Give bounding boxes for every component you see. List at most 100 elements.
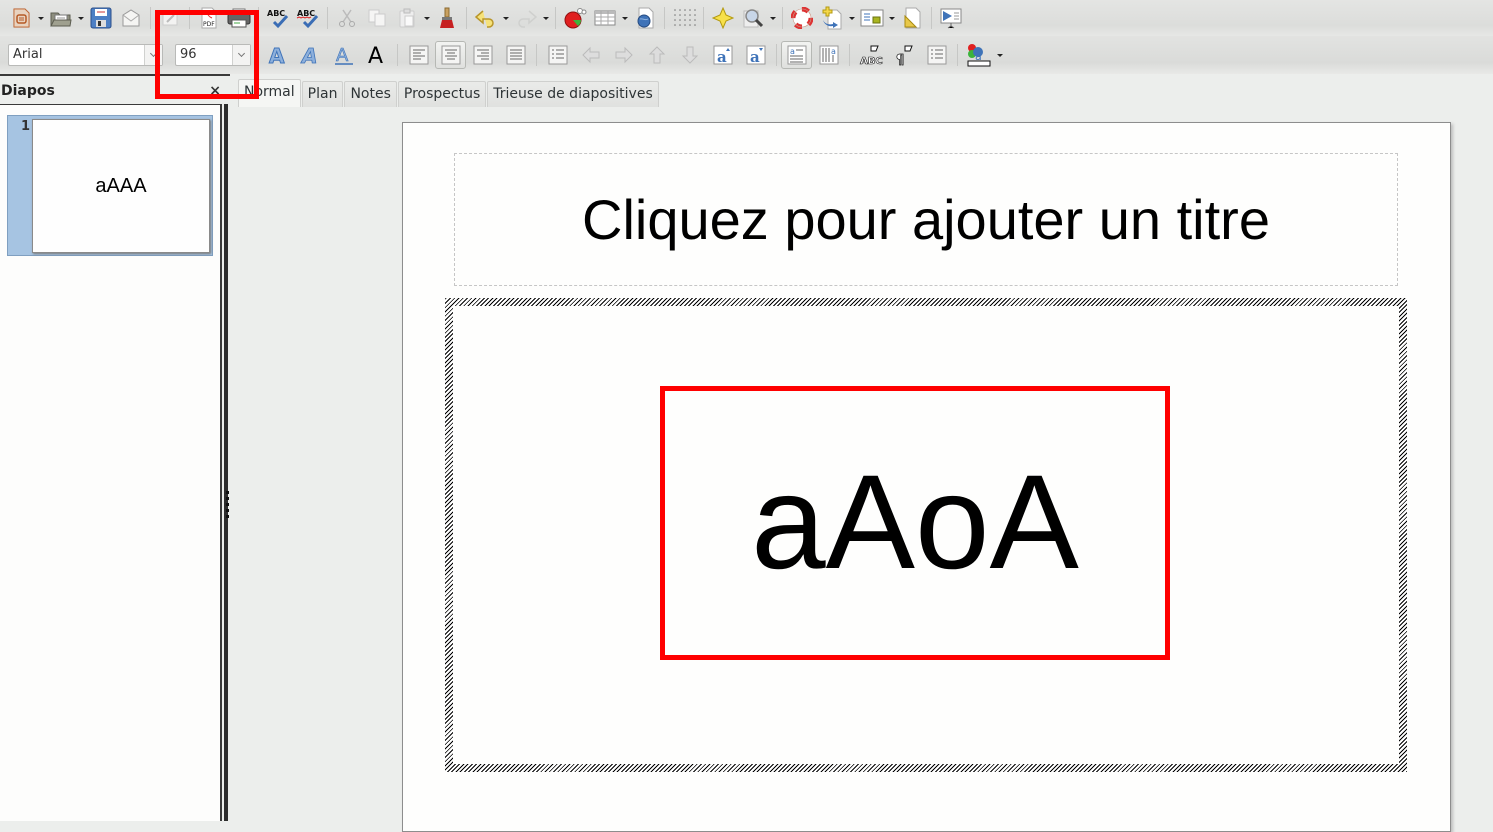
magnifier-icon xyxy=(742,7,764,29)
align-right-button[interactable] xyxy=(466,41,499,69)
tab-notes[interactable]: Notes xyxy=(344,81,397,107)
svg-text:a: a xyxy=(831,47,836,56)
save-button[interactable] xyxy=(86,4,116,32)
text-vertical-icon: a xyxy=(819,45,839,65)
svg-text:ABC: ABC xyxy=(267,9,285,18)
area-style-button[interactable]: a xyxy=(962,41,995,69)
promote-button[interactable] xyxy=(574,41,607,69)
slide-canvas[interactable]: Cliquez pour ajouter un titre aAoA xyxy=(402,122,1451,832)
tab-prospectus[interactable]: Prospectus xyxy=(397,81,487,107)
open-dropdown[interactable] xyxy=(76,4,86,32)
underline-a-icon: A xyxy=(333,44,355,66)
outline-font-button[interactable]: A xyxy=(261,41,294,69)
slideshow-button[interactable] xyxy=(936,4,966,32)
undo-button[interactable] xyxy=(471,4,501,32)
justify-button[interactable] xyxy=(499,41,532,69)
content-textbox-area[interactable]: aAoA xyxy=(453,306,1399,764)
email-button[interactable] xyxy=(116,4,146,32)
title-placeholder-text: Cliquez pour ajouter un titre xyxy=(582,188,1270,251)
bold-a-icon: A xyxy=(366,44,388,66)
insert-table-dropdown[interactable] xyxy=(620,4,630,32)
demote-button[interactable] xyxy=(607,41,640,69)
new-slide-button[interactable] xyxy=(817,4,847,32)
open-button[interactable] xyxy=(46,4,76,32)
new-document-dropdown[interactable] xyxy=(36,4,46,32)
slides-panel-title: Diapos xyxy=(1,83,55,99)
star-sparkle-icon xyxy=(712,7,734,29)
bullet-list-icon xyxy=(548,45,568,65)
spellcheck-button[interactable]: ABC xyxy=(263,4,293,32)
superscript-button[interactable]: a xyxy=(706,41,739,69)
dot-grid-icon xyxy=(672,7,696,29)
text-direction-ltr-button[interactable]: a xyxy=(781,41,812,69)
clone-formatting-button[interactable] xyxy=(432,4,462,32)
undo-dropdown[interactable] xyxy=(501,4,511,32)
svg-text:A: A xyxy=(300,44,317,66)
toolbar-separator xyxy=(536,44,537,66)
text-direction-ttb-button[interactable]: a xyxy=(812,41,845,69)
panel-splitter[interactable] xyxy=(224,104,228,821)
svg-text:a: a xyxy=(750,48,760,65)
grid-button[interactable] xyxy=(669,4,699,32)
subscript-button[interactable]: a xyxy=(739,41,772,69)
area-style-dropdown[interactable] xyxy=(995,41,1005,69)
gallery-button[interactable] xyxy=(708,4,738,32)
font-name-combobox[interactable]: Arial xyxy=(8,44,163,66)
redo-button[interactable] xyxy=(511,4,541,32)
italic-a-icon: A xyxy=(300,44,322,66)
paste-button[interactable] xyxy=(392,4,422,32)
insert-table-button[interactable] xyxy=(590,4,620,32)
content-textbox-selected[interactable]: aAoA xyxy=(445,298,1407,772)
redo-dropdown[interactable] xyxy=(541,4,551,32)
toolbar-separator xyxy=(664,7,665,29)
outline-a-icon: A xyxy=(267,44,289,66)
toolbar-separator xyxy=(150,7,151,29)
align-left-button[interactable] xyxy=(402,41,435,69)
slide-thumbnail-preview[interactable]: aAAA xyxy=(32,119,210,253)
move-down-button[interactable] xyxy=(673,41,706,69)
slide-thumbnail-item[interactable]: 1 aAAA xyxy=(7,115,213,256)
justify-icon xyxy=(506,45,526,65)
help-button[interactable] xyxy=(787,4,817,32)
save-floppy-icon xyxy=(90,7,112,29)
slide-layout-button[interactable] xyxy=(857,4,887,32)
toolbar-separator xyxy=(703,7,704,29)
zoom-dropdown[interactable] xyxy=(768,4,778,32)
title-placeholder[interactable]: Cliquez pour ajouter un titre xyxy=(454,153,1398,286)
align-center-button[interactable] xyxy=(435,41,466,69)
copy-button[interactable] xyxy=(362,4,392,32)
highlighted-text-region[interactable]: aAoA xyxy=(660,386,1170,660)
toolbar-separator xyxy=(957,44,958,66)
new-document-button[interactable] xyxy=(6,4,36,32)
numbered-list-icon xyxy=(927,45,947,65)
slide-design-button[interactable] xyxy=(897,4,927,32)
bullets-button[interactable] xyxy=(541,41,574,69)
tab-plan[interactable]: Plan xyxy=(301,81,344,107)
italic-shadow-button[interactable]: A xyxy=(294,41,327,69)
character-button[interactable]: ABC xyxy=(854,41,887,69)
tab-slide-sorter[interactable]: Trieuse de diapositives xyxy=(487,81,659,107)
toolbar-separator xyxy=(776,44,777,66)
underline-font-button[interactable]: A xyxy=(327,41,360,69)
move-up-button[interactable] xyxy=(640,41,673,69)
shadow-font-button[interactable]: A xyxy=(360,41,393,69)
slide-design-icon xyxy=(901,7,923,29)
slide-layout-dropdown[interactable] xyxy=(887,4,897,32)
paragraph-button[interactable]: ¶ xyxy=(887,41,920,69)
cut-button[interactable] xyxy=(332,4,362,32)
toolbar-separator xyxy=(555,7,556,29)
zoom-button[interactable] xyxy=(738,4,768,32)
bullets-numbering-button[interactable] xyxy=(920,41,953,69)
font-name-input[interactable]: Arial xyxy=(9,45,144,65)
arrow-left-icon xyxy=(581,46,601,64)
autospellcheck-button[interactable]: ABC xyxy=(293,4,323,32)
paste-dropdown[interactable] xyxy=(422,4,432,32)
insert-chart-button[interactable] xyxy=(560,4,590,32)
area-fill-icon: a xyxy=(966,43,992,67)
slideshow-projector-icon xyxy=(939,7,963,29)
slide-thumbnail-text: aAAA xyxy=(95,174,147,197)
new-slide-dropdown[interactable] xyxy=(847,4,857,32)
hyperlink-button[interactable] xyxy=(630,4,660,32)
paragraph-pilcrow-icon: ¶ xyxy=(893,44,915,66)
superscript-icon: a xyxy=(713,45,733,65)
